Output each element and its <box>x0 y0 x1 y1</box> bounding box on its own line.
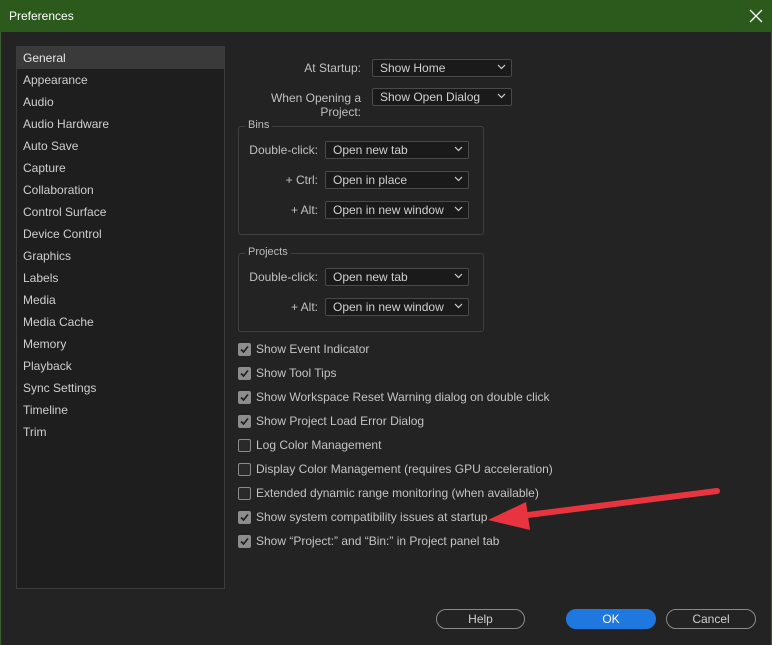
bins-ctrl-label: + Ctrl: <box>285 173 318 187</box>
checkmark-icon <box>240 369 249 377</box>
when-opening-value: Show Open Dialog <box>380 90 481 104</box>
sidebar-item-sync-settings[interactable]: Sync Settings <box>17 377 224 399</box>
chevron-down-icon <box>497 64 506 70</box>
checkbox-log-color-management[interactable]: Log Color Management <box>238 436 381 454</box>
checkmark-icon <box>240 537 249 545</box>
bins-alt-dropdown[interactable]: Open in new window <box>325 201 469 219</box>
checkbox-box[interactable] <box>238 486 251 500</box>
when-opening-label: When Opening a Project: <box>270 91 361 119</box>
sidebar-item-collaboration[interactable]: Collaboration <box>17 179 224 201</box>
sidebar-item-playback[interactable]: Playback <box>17 355 224 377</box>
sidebar-item-device-control[interactable]: Device Control <box>17 223 224 245</box>
projects-alt-label: + Alt: <box>290 300 318 314</box>
preferences-category-list: General Appearance Audio Audio Hardware … <box>16 46 225 589</box>
chevron-down-icon <box>454 206 463 212</box>
bins-alt-value: Open in new window <box>333 203 444 217</box>
sidebar-item-auto-save[interactable]: Auto Save <box>17 135 224 157</box>
bins-double-click-label: Double-click: <box>249 143 318 157</box>
checkbox-label: Display Color Management (requires GPU a… <box>256 462 553 476</box>
projects-group <box>238 253 484 332</box>
sidebar-item-capture[interactable]: Capture <box>17 157 224 179</box>
sidebar-item-appearance[interactable]: Appearance <box>17 69 224 91</box>
bins-ctrl-value: Open in place <box>333 173 408 187</box>
checkmark-icon <box>240 513 249 521</box>
bins-alt-label: + Alt: <box>290 203 318 217</box>
chevron-down-icon <box>454 146 463 152</box>
checkbox-box[interactable] <box>238 366 251 380</box>
projects-double-click-label: Double-click: <box>249 270 318 284</box>
window-title: Preferences <box>9 9 74 23</box>
sidebar-item-memory[interactable]: Memory <box>17 333 224 355</box>
checkbox-project-bin-in-tab[interactable]: Show “Project:” and “Bin:” in Project pa… <box>238 532 499 550</box>
sidebar-item-trim[interactable]: Trim <box>17 421 224 443</box>
sidebar-item-media-cache[interactable]: Media Cache <box>17 311 224 333</box>
projects-group-title: Projects <box>245 246 291 258</box>
close-button[interactable] <box>740 0 772 32</box>
checkbox-label: Extended dynamic range monitoring (when … <box>256 486 539 500</box>
sidebar-item-audio-hardware[interactable]: Audio Hardware <box>17 113 224 135</box>
checkbox-system-compatibility-issues[interactable]: Show system compatibility issues at star… <box>238 508 487 526</box>
at-startup-value: Show Home <box>380 61 446 75</box>
projects-double-click-dropdown[interactable]: Open new tab <box>325 268 469 286</box>
checkmark-icon <box>240 345 249 353</box>
chevron-down-icon <box>454 303 463 309</box>
close-icon <box>749 9 763 23</box>
checkbox-box[interactable] <box>238 462 251 476</box>
at-startup-label: At Startup: <box>304 61 361 75</box>
bins-ctrl-dropdown[interactable]: Open in place <box>325 171 469 189</box>
checkbox-box[interactable] <box>238 438 251 452</box>
checkbox-label: Log Color Management <box>256 438 382 452</box>
checkmark-icon <box>240 393 249 401</box>
bins-double-click-value: Open new tab <box>333 143 408 157</box>
projects-double-click-value: Open new tab <box>333 270 408 284</box>
checkbox-box[interactable] <box>238 510 251 524</box>
checkbox-box[interactable] <box>238 342 251 356</box>
sidebar-item-general[interactable]: General <box>17 47 224 69</box>
sidebar-item-control-surface[interactable]: Control Surface <box>17 201 224 223</box>
at-startup-dropdown[interactable]: Show Home <box>372 59 512 77</box>
checkbox-box[interactable] <box>238 534 251 548</box>
checkbox-project-load-error[interactable]: Show Project Load Error Dialog <box>238 412 424 430</box>
checkbox-label: Show Project Load Error Dialog <box>256 414 425 428</box>
sidebar-item-graphics[interactable]: Graphics <box>17 245 224 267</box>
checkbox-label: Show “Project:” and “Bin:” in Project pa… <box>256 534 500 548</box>
sidebar-item-timeline[interactable]: Timeline <box>17 399 224 421</box>
checkbox-label: Show Tool Tips <box>256 366 337 380</box>
cancel-button[interactable]: Cancel <box>666 609 756 629</box>
bins-double-click-dropdown[interactable]: Open new tab <box>325 141 469 159</box>
checkbox-label: Show system compatibility issues at star… <box>256 510 488 524</box>
projects-alt-value: Open in new window <box>333 300 444 314</box>
checkbox-display-color-management[interactable]: Display Color Management (requires GPU a… <box>238 460 553 478</box>
checkbox-label: Show Workspace Reset Warning dialog on d… <box>256 390 550 404</box>
checkbox-show-tool-tips[interactable]: Show Tool Tips <box>238 364 337 382</box>
checkbox-extended-dynamic-range[interactable]: Extended dynamic range monitoring (when … <box>238 484 539 502</box>
sidebar-item-audio[interactable]: Audio <box>17 91 224 113</box>
checkbox-label: Show Event Indicator <box>256 342 370 356</box>
sidebar-item-labels[interactable]: Labels <box>17 267 224 289</box>
checkbox-workspace-reset-warning[interactable]: Show Workspace Reset Warning dialog on d… <box>238 388 549 406</box>
chevron-down-icon <box>454 176 463 182</box>
title-bar: Preferences <box>0 0 772 32</box>
projects-alt-dropdown[interactable]: Open in new window <box>325 298 469 316</box>
checkbox-box[interactable] <box>238 414 251 428</box>
ok-button[interactable]: OK <box>566 609 656 629</box>
checkmark-icon <box>240 417 249 425</box>
checkbox-show-event-indicator[interactable]: Show Event Indicator <box>238 340 369 358</box>
checkbox-box[interactable] <box>238 390 251 404</box>
when-opening-dropdown[interactable]: Show Open Dialog <box>372 88 512 106</box>
chevron-down-icon <box>497 93 506 99</box>
help-button[interactable]: Help <box>436 609 525 629</box>
chevron-down-icon <box>454 273 463 279</box>
bins-group-title: Bins <box>245 119 273 131</box>
sidebar-item-media[interactable]: Media <box>17 289 224 311</box>
